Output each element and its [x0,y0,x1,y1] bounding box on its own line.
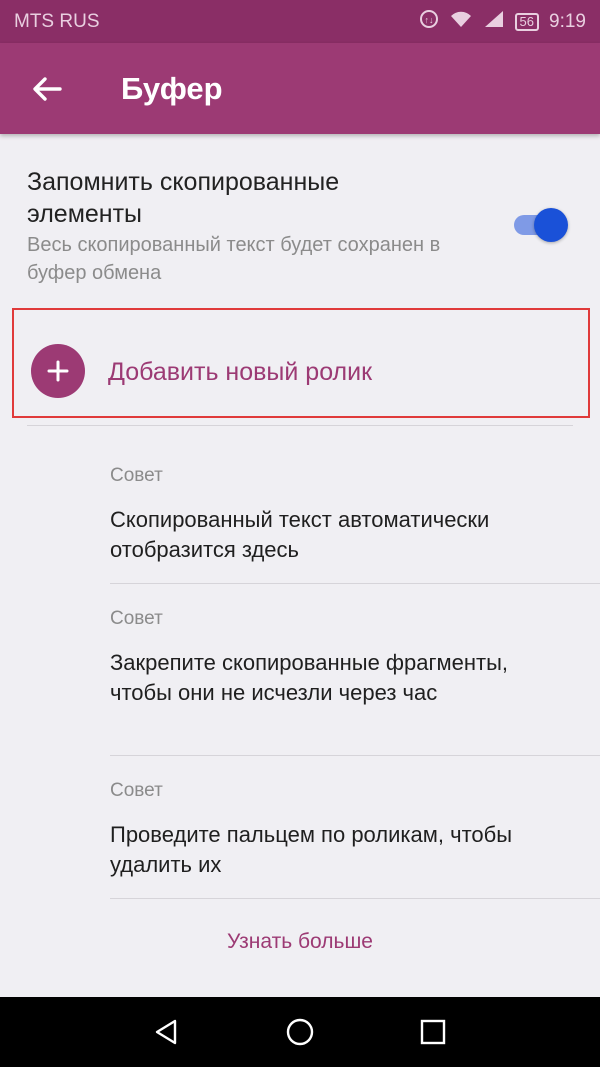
learn-more-link[interactable]: Узнать больше [0,930,600,954]
home-circle-icon [286,1018,314,1046]
tip-item: Совет Закрепите скопированные фрагменты,… [110,608,600,708]
system-nav-bar [0,997,600,1067]
add-new-clip-label: Добавить новый ролик [108,358,373,386]
svg-text:↑↓: ↑↓ [424,15,433,25]
setting-title: Запомнить скопированные элементы [27,168,340,228]
wifi-icon [449,9,473,34]
plus-icon [31,344,85,398]
status-bar: MTS RUS ↑↓ 56 9:19 [0,0,600,43]
setting-description: Весь скопированный текст будет сохранен … [27,234,441,284]
back-triangle-icon [155,1019,177,1045]
nav-back-button[interactable] [146,1014,186,1050]
tip-label: Совет [110,780,163,801]
remember-copied-setting[interactable]: Запомнить скопированные элементы Весь ск… [0,134,600,300]
page-title: Буфер [121,71,223,106]
tip-text: Скопированный текст автоматически отобра… [110,507,490,562]
divider [110,583,600,584]
carrier-label: MTS RUS [14,10,100,32]
divider [27,425,573,426]
back-button[interactable] [24,69,70,109]
battery-icon: 56 [514,12,540,31]
tip-text: Закрепите скопированные фрагменты, чтобы… [110,650,509,705]
toggle-thumb [534,208,568,242]
nav-home-button[interactable] [280,1014,320,1050]
data-saver-icon: ↑↓ [419,9,439,34]
nav-recents-button[interactable] [413,1014,453,1050]
tip-label: Совет [110,465,163,486]
tip-label: Совет [110,608,163,629]
app-bar: Буфер [0,43,600,134]
divider [110,898,600,899]
arrow-back-icon [33,77,62,101]
recents-square-icon [420,1019,446,1045]
remember-toggle[interactable] [514,206,570,242]
tip-text: Проведите пальцем по роликам, чтобы удал… [110,822,513,877]
tip-item: Совет Проведите пальцем по роликам, чтоб… [110,780,600,880]
add-new-clip-button[interactable]: Добавить новый ролик [12,308,590,418]
tip-item: Совет Скопированный текст автоматически … [110,465,600,565]
signal-icon [483,9,505,34]
clock: 9:19 [549,10,586,32]
status-icons: ↑↓ 56 9:19 [419,9,586,34]
divider [110,755,600,756]
